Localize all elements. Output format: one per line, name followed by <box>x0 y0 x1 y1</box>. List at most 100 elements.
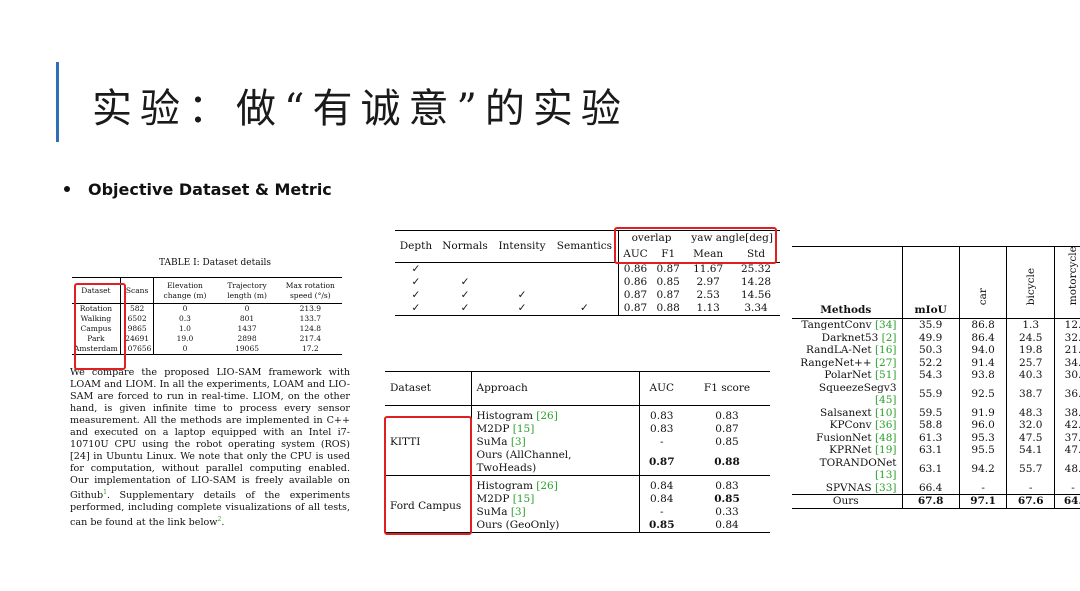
score-cell: 54.1 <box>1006 444 1056 457</box>
auc-cell: 0.87 <box>639 449 684 476</box>
table-row: KPConv [36] 58.8 96.0 32.0 42. <box>792 419 1080 432</box>
score-cell: 47. <box>1054 444 1080 457</box>
method-name: Darknet53 <box>821 331 882 344</box>
approach-cell: Ours (GeoOnly) <box>471 519 640 533</box>
table-row: TORANDONet [13] 63.1 94.2 55.7 48. <box>792 456 1080 482</box>
header-elevation: Elevation change (m) <box>153 277 216 304</box>
checkmark-cell <box>493 263 551 277</box>
score-cell: 54.3 <box>902 369 960 382</box>
score-cell: 12. <box>1054 318 1080 332</box>
value-cell: 11.67 <box>693 263 724 275</box>
table-row: FusionNet [48] 61.3 95.3 47.5 37. <box>792 431 1080 444</box>
checkmark-cell <box>493 276 551 289</box>
score-cell: 67.6 <box>1006 494 1056 509</box>
score-cell: 95.5 <box>959 444 1008 457</box>
table-row: RangeNet++ [27] 52.2 91.4 25.7 34. <box>792 356 1080 369</box>
checkmark-cell <box>551 289 618 302</box>
checkmark-cell: ✓ <box>411 276 421 288</box>
score-cell: 37. <box>1054 431 1080 444</box>
checkmark-cell: ✓ <box>411 289 421 301</box>
table-cell: 2898 <box>237 334 257 343</box>
score-cell: 91.9 <box>959 406 1008 419</box>
citation-ref: [3] <box>510 436 526 448</box>
approach-cell: Histogram [26] <box>471 475 640 493</box>
citation-ref: [34] <box>874 319 897 331</box>
score-cell: 1.3 <box>1006 318 1056 332</box>
slide-title: 实验：做“有诚意”的实验 <box>92 86 629 132</box>
approach-cell: Histogram [26] <box>471 405 640 423</box>
citation-ref: [3] <box>510 506 526 518</box>
header-miou: mIoU <box>902 246 960 319</box>
method-name-cell: Ours <box>792 494 903 509</box>
methods-table: Methods mIoU car bicycle motorcycle Tang… <box>792 246 1080 509</box>
header-f1-score: F1 score <box>684 371 770 406</box>
f1-cell: 0.83 <box>715 410 739 422</box>
table-cell: 17.2 <box>278 344 342 355</box>
method-name-cell: KPConv [36] <box>792 419 903 432</box>
score-cell: 55.7 <box>1006 456 1056 482</box>
approach-cell: SuMa [3] <box>471 436 640 449</box>
auc-cell: 0.83 <box>650 423 674 435</box>
auc-cell: 0.84 <box>650 493 674 505</box>
score-cell: 24.5 <box>1006 331 1056 344</box>
value-cell: 14.28 <box>741 276 772 288</box>
header-bicycle: bicycle <box>1006 246 1056 319</box>
header-intensity: Intensity <box>493 230 551 263</box>
score-cell: - <box>1054 481 1080 495</box>
header-car: car <box>959 246 1008 319</box>
method-name-cell: SqueezeSegv3 [45] <box>792 381 903 407</box>
method-name-cell: PolarNet [51] <box>792 369 903 382</box>
paragraph-text-2: . Supplementary details of the experimen… <box>70 490 350 529</box>
paragraph-text-3: . <box>221 517 225 529</box>
auc-cell: - <box>659 436 664 448</box>
bullet-dot <box>64 185 70 192</box>
method-name-cell: RangeNet++ [27] <box>792 356 903 369</box>
checkmark-cell: ✓ <box>550 302 619 316</box>
value-cell: 2.53 <box>696 289 720 301</box>
citation-ref: [27] <box>874 356 897 369</box>
citation-ref: [19] <box>874 444 897 456</box>
method-name: KPConv <box>829 419 875 431</box>
approach-name: SuMa <box>476 506 511 518</box>
score-cell: 35.9 <box>902 318 960 332</box>
method-name: TangentConv <box>801 319 875 331</box>
table-cell: 0 <box>153 344 216 355</box>
citation-ref: [15] <box>512 493 535 505</box>
table-row: SPVNAS [33] 66.4- - - <box>792 481 1080 495</box>
score-cell: 58.8 <box>902 419 960 432</box>
citation-ref: [33] <box>874 481 897 494</box>
value-cell: 0.87 <box>656 289 680 301</box>
citation-ref: [26] <box>536 410 558 422</box>
auc-cell: 0.84 <box>650 480 674 492</box>
score-cell: 49.9 <box>902 331 960 344</box>
score-cell: - <box>959 481 1008 495</box>
header-trajectory: Trajectory length (m) <box>215 277 279 304</box>
method-name-cell: FusionNet [48] <box>792 431 903 444</box>
f1-cell: 0.87 <box>715 423 739 435</box>
score-cell: 38.7 <box>1006 381 1056 407</box>
value-cell: 1.13 <box>684 302 733 316</box>
score-cell: 32.0 <box>1006 419 1056 432</box>
table-row: ✓ ✓ ✓ 0.87 0.87 2.53 14.56 <box>395 289 780 302</box>
approach-cell: M2DP [15] <box>471 493 640 506</box>
score-cell: 21. <box>1054 344 1080 357</box>
score-cell: 42. <box>1054 419 1080 432</box>
table-cell: 1.0 <box>179 324 191 333</box>
method-name: PolarNet <box>824 369 875 381</box>
score-cell: 59.5 <box>902 406 960 419</box>
method-name: Salsanext <box>820 406 875 419</box>
table-cell: 801 <box>239 314 255 323</box>
method-name-cell: RandLA-Net [16] <box>792 344 903 357</box>
value-cell: 0.87 <box>617 302 653 316</box>
score-cell: 38. <box>1054 406 1080 419</box>
value-cell: 2.97 <box>696 276 720 288</box>
methods-panel: Methods mIoU car bicycle motorcycle Tang… <box>792 246 1080 526</box>
score-cell: 19.8 <box>1006 344 1056 357</box>
method-name-cell: Darknet53 [2] <box>792 331 903 344</box>
title-accent-bar <box>56 62 59 142</box>
score-cell: 25.7 <box>1006 356 1056 369</box>
header-depth: Depth <box>395 230 437 263</box>
method-name: TORANDONet <box>819 456 897 469</box>
f1-cell: 0.88 <box>684 449 770 476</box>
auc-cell: - <box>659 506 664 518</box>
